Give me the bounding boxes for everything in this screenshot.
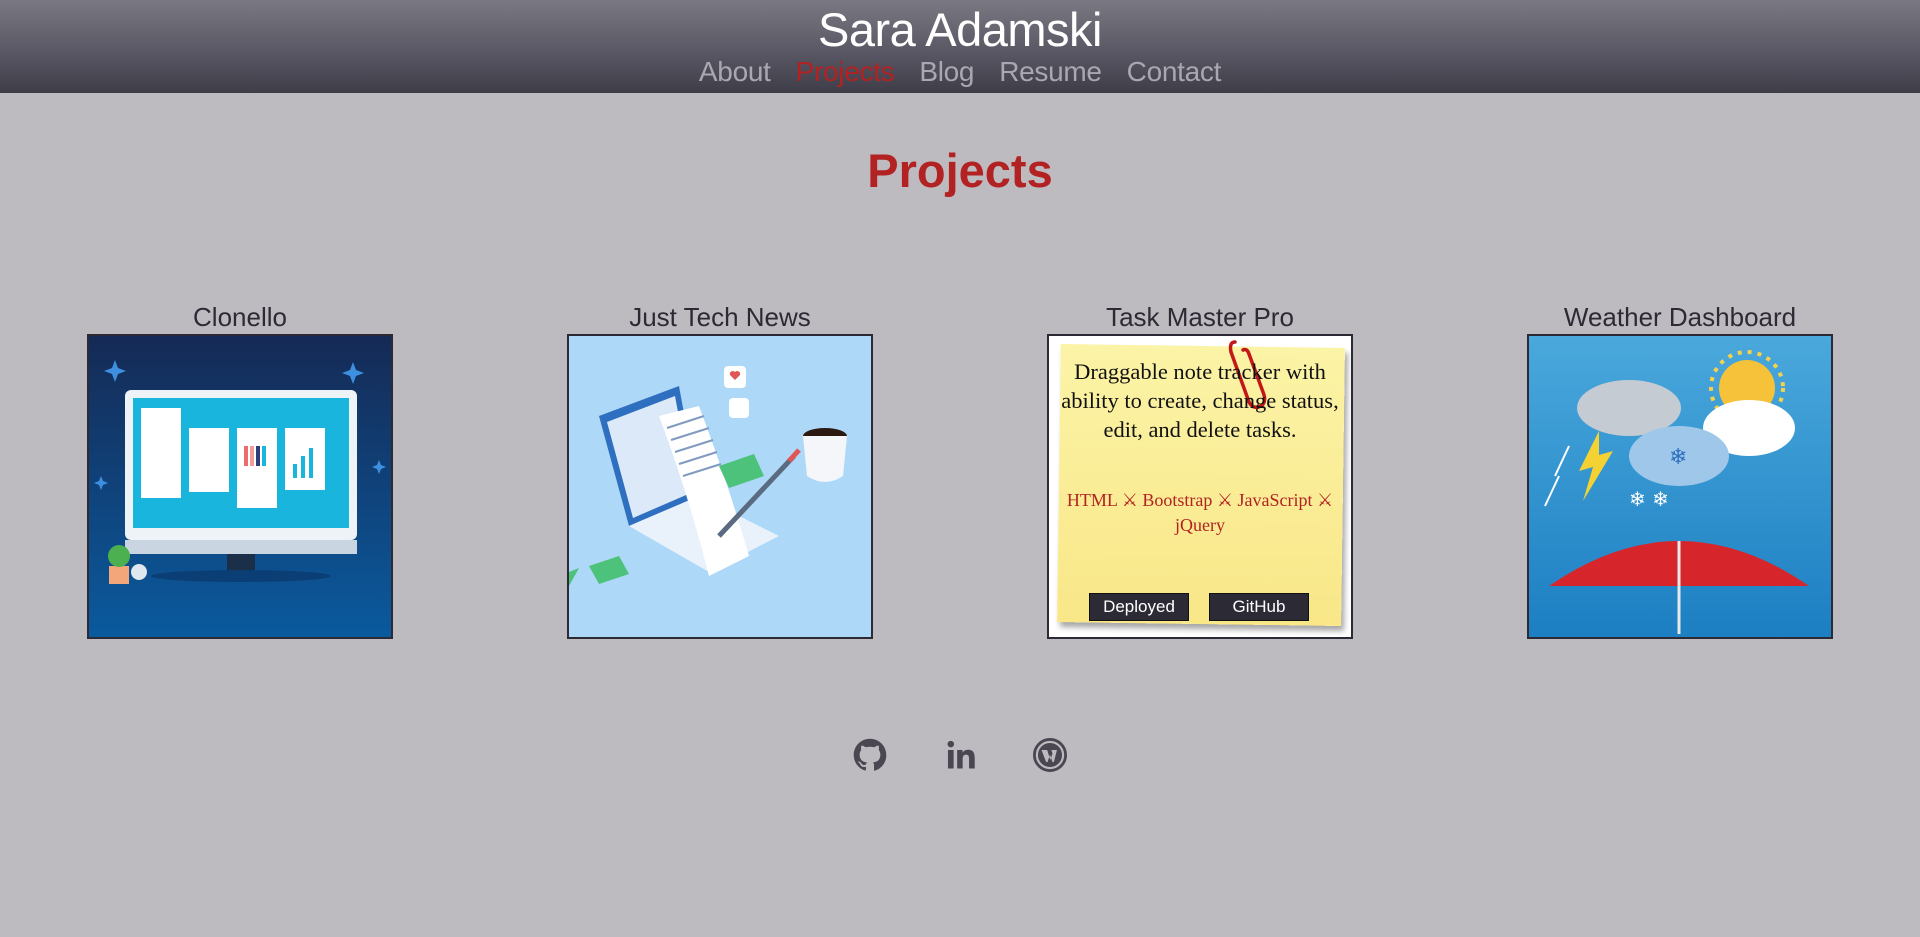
project-title: Weather Dashboard	[1563, 302, 1797, 332]
linkedin-link[interactable]	[943, 738, 977, 772]
laptop-news-illustration	[569, 336, 871, 637]
github-link[interactable]	[853, 738, 887, 772]
github-icon	[853, 738, 887, 771]
social-links	[0, 738, 1920, 772]
project-card-clonello: Clonello	[87, 300, 393, 639]
site-title: Sara Adamski	[818, 3, 1102, 56]
nav-projects[interactable]: Projects	[796, 56, 895, 88]
project-image-link[interactable]: ❄ ❄ ❄	[1527, 334, 1833, 639]
project-note: Draggable note tracker with ability to c…	[1047, 334, 1353, 639]
nav-about[interactable]: About	[699, 56, 771, 88]
project-image-link[interactable]	[87, 334, 393, 639]
site-header: Sara Adamski About Projects Blog Resume …	[0, 0, 1920, 93]
wordpress-link[interactable]	[1033, 738, 1067, 772]
project-image-link[interactable]	[567, 334, 873, 639]
nav-contact[interactable]: Contact	[1127, 56, 1222, 88]
main-nav: About Projects Blog Resume Contact	[0, 56, 1920, 88]
linkedin-icon	[947, 740, 975, 769]
project-title: Task Master Pro	[1106, 302, 1294, 332]
svg-text:❄: ❄	[1669, 445, 1687, 470]
project-card-weather-dashboard: Weather Dashboard ❄ ❄ ❄	[1527, 300, 1833, 639]
nav-resume[interactable]: Resume	[999, 56, 1102, 88]
project-title: Clonello	[193, 302, 287, 332]
deployed-button[interactable]: Deployed	[1089, 593, 1189, 621]
svg-text:❄ ❄: ❄ ❄	[1629, 487, 1669, 511]
project-description: Draggable note tracker with ability to c…	[1061, 359, 1339, 442]
nav-blog[interactable]: Blog	[919, 56, 974, 88]
weather-illustration: ❄ ❄ ❄	[1529, 336, 1831, 637]
project-card-just-tech-news: Just Tech News	[567, 300, 873, 639]
project-title: Just Tech News	[629, 302, 811, 332]
page-title: Projects	[867, 144, 1053, 197]
wordpress-icon	[1033, 738, 1067, 772]
kanban-board-illustration	[89, 336, 391, 637]
github-button[interactable]: GitHub	[1209, 593, 1309, 621]
project-card-task-master-pro: Task Master Pro Draggable note tracker w…	[1047, 300, 1353, 639]
project-tech-list: HTML ⚔ Bootstrap ⚔ JavaScript ⚔ jQuery	[1066, 490, 1334, 535]
